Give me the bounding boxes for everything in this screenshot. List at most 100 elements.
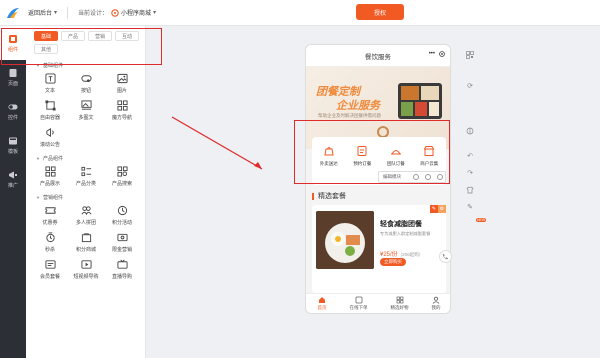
component-member-package[interactable]: 会员套餐 [32, 259, 68, 281]
component-label: 积分商城 [75, 247, 96, 253]
tabbar-item-label: 首页 [317, 305, 327, 310]
toggle-icon [8, 104, 18, 109]
back-to-admin-label: 返回后台 [28, 11, 53, 17]
product-card[interactable]: ✎ ⚙ 轻食减脂团餐 专为减肥人群定制减脂套餐 ¥25/份（206起购） 立即购… [312, 205, 446, 293]
group-buy-icon [81, 206, 91, 216]
featured-section-header: 精选套餐 [312, 191, 446, 201]
product-image [316, 211, 374, 269]
tabbar-item-mine[interactable]: 我的 [432, 296, 441, 311]
component-label: 产品分类 [75, 181, 96, 187]
money-icon [116, 233, 128, 242]
template-icon [9, 137, 17, 144]
component-label: 积分活动 [111, 220, 132, 226]
basic-component-grid: 文本 按钮 图片 自由容器 多图文 魔方导航 滚动公告 [32, 73, 145, 149]
component-flash-sale[interactable]: 秒杀 [32, 232, 68, 254]
goods-icon [396, 296, 403, 304]
tabbar-item-label: 我的 [431, 305, 441, 310]
live-icon [116, 259, 128, 269]
redo-icon[interactable]: ↷ [465, 168, 475, 178]
section-product-title[interactable]: ▼ 产品组件 [36, 155, 145, 162]
mini-program-capsule[interactable]: ••• [429, 51, 445, 57]
component-label: 限金营销 [111, 247, 132, 253]
component-scroll-notice[interactable]: 滚动公告 [32, 127, 68, 149]
home-icon [319, 297, 325, 303]
phone-icon [442, 253, 449, 260]
tabbar-item-label: 在线下单 [349, 305, 368, 310]
component-points-activity[interactable]: 积分活动 [104, 205, 140, 227]
points-mall-icon [81, 233, 91, 243]
member-icon [44, 260, 56, 269]
component-free-container[interactable]: 自由容器 [32, 100, 68, 122]
undo-icon[interactable]: ↶ [465, 151, 475, 161]
promote-icon [9, 171, 17, 178]
app-logo[interactable] [0, 0, 26, 26]
annotation-box-component-panel [1, 28, 162, 65]
page-icon [9, 68, 17, 77]
phone-call-fab[interactable] [439, 250, 452, 263]
product-search-icon [116, 166, 128, 177]
notice-icon [45, 128, 54, 137]
component-video-guide[interactable]: 短视频导购 [68, 259, 104, 281]
sidenav-item-promote[interactable]: 推广 [0, 162, 26, 196]
side-nav: 组件 页面 控件 模板 推广 [0, 26, 26, 358]
flash-sale-icon [45, 232, 55, 243]
component-grid-nav[interactable]: 魔方导航 [104, 100, 140, 122]
tabbar-item-home[interactable]: 首页 [318, 296, 327, 311]
component-text[interactable]: 文本 [32, 73, 68, 95]
sidenav-item-label: 推广 [7, 182, 18, 189]
component-product-display[interactable]: 产品展示 [32, 166, 68, 188]
component-label: 秒杀 [44, 247, 55, 253]
coupon-icon [44, 207, 56, 214]
component-label: 短视频导购 [73, 274, 99, 280]
product-category-icon [80, 166, 91, 177]
back-to-admin-link[interactable]: 返回后台 ▾ [28, 8, 57, 17]
component-image[interactable]: 图片 [104, 73, 140, 95]
qr-code-icon[interactable] [465, 50, 475, 60]
theme-icon[interactable] [465, 126, 475, 136]
tabbar-item-goods[interactable]: 精选好物 [391, 296, 409, 311]
right-toolbar: ⟳ ↶ ↷ ✎ [462, 50, 478, 212]
component-label: 多图文 [78, 115, 94, 121]
component-label: 魔方导航 [111, 115, 132, 121]
sidenav-item-control[interactable]: 控件 [0, 94, 26, 128]
component-group-buy[interactable]: 多人拼团 [68, 205, 104, 227]
order-icon [355, 296, 362, 304]
component-product-category[interactable]: 产品分类 [68, 166, 104, 188]
component-label: 文本 [44, 88, 55, 94]
component-coupon[interactable]: 优惠券 [32, 205, 68, 227]
component-label: 直播导购 [111, 274, 132, 280]
section-marketing-title[interactable]: ▼ 营销组件 [36, 194, 145, 201]
button-icon [80, 75, 92, 83]
component-money-marketing[interactable]: 限金营销 [104, 232, 140, 254]
current-app-selector[interactable]: 小程序商城 ▾ [111, 8, 156, 17]
component-label: 图片 [116, 88, 127, 94]
component-multi-image-text[interactable]: 多图文 [68, 100, 104, 122]
shirt-icon[interactable] [465, 185, 475, 195]
history-icon[interactable]: ⟳ [465, 81, 475, 91]
settings-icon[interactable]: ⚙ [438, 205, 446, 213]
component-live-guide[interactable]: 直播导购 [104, 259, 140, 281]
sidenav-item-label: 页面 [7, 80, 18, 87]
tabbar-item-label: 精选好物 [390, 305, 409, 310]
bottom-tab-bar: 首页 在线下单 精选好物 我的 [306, 293, 450, 313]
edit-pen-icon[interactable]: ✎ [465, 202, 475, 212]
edit-icon[interactable]: ✎ [430, 205, 438, 213]
video-icon [80, 260, 92, 269]
buy-now-button[interactable]: 立即购买 [380, 258, 406, 266]
component-button[interactable]: 按钮 [68, 73, 104, 95]
sidenav-item-label: 模板 [7, 148, 18, 155]
annotation-arrow [171, 116, 263, 170]
tabbar-item-order[interactable]: 在线下单 [350, 296, 368, 311]
food-box-image [398, 83, 442, 119]
target-icon [439, 51, 445, 57]
sidenav-item-page[interactable]: 页面 [0, 60, 26, 94]
annotation-box-quick-nav [294, 120, 450, 184]
component-product-search[interactable]: 产品搜索 [104, 166, 140, 188]
sidenav-item-template[interactable]: 模板 [0, 128, 26, 162]
authorize-button[interactable]: 授权 [356, 4, 404, 20]
mini-program-icon [111, 8, 119, 17]
points-activity-icon [117, 205, 127, 216]
component-points-mall[interactable]: 积分商城 [68, 232, 104, 254]
product-description: 专为减肥人群定制减脂套餐 [380, 231, 431, 236]
component-label: 产品搜索 [111, 181, 132, 187]
